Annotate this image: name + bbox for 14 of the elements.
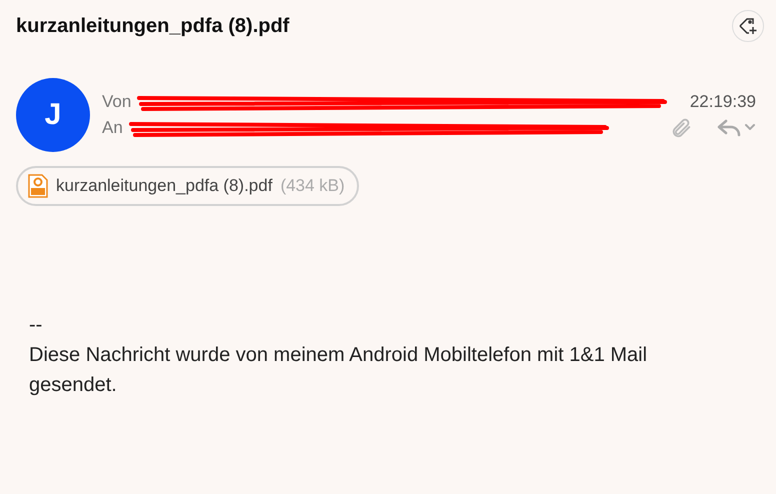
sender-avatar: J — [16, 78, 90, 152]
body-text: -- — [29, 313, 44, 338]
add-tag-button[interactable] — [732, 10, 764, 42]
pdf-file-icon — [28, 174, 48, 198]
tag-plus-icon — [738, 16, 758, 36]
message-time: 22:19:39 — [690, 92, 756, 112]
attachment-chip[interactable]: kurzanleitungen_pdfa (8).pdf (434 kB) — [16, 166, 359, 206]
from-label: Von — [102, 92, 132, 112]
paperclip-icon — [670, 117, 692, 139]
attachment-size: (434 kB) — [280, 176, 345, 196]
body-text: Diese Nachricht wurde von meinem Android Mobiltelefon mit 1&1 Mail gesendet. — [29, 343, 648, 398]
message-subject: kurzanleitungen_pdfa (8).pdf — [16, 14, 290, 38]
attachment-name: kurzanleitungen_pdfa (8).pdf — [56, 176, 272, 196]
to-label: An — [102, 118, 123, 138]
